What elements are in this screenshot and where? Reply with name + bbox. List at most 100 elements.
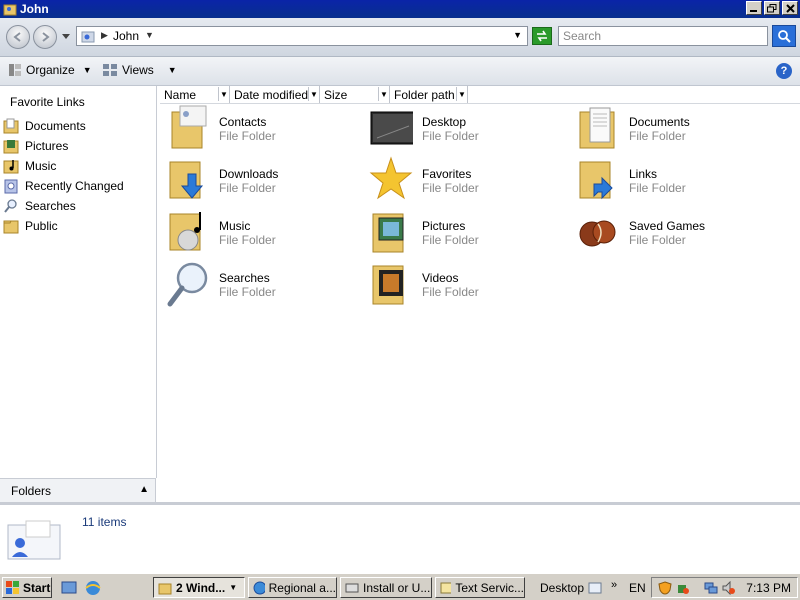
views-button[interactable]: Views ▼: [102, 63, 177, 77]
breadcrumb-chevron-icon[interactable]: ▶: [101, 30, 108, 41]
quick-launch-show-desktop-icon[interactable]: [60, 579, 78, 597]
task-install-or-uninstall[interactable]: Install or U...: [340, 577, 432, 598]
recent-pages-button[interactable]: [60, 31, 72, 43]
chevron-down-icon: ▼: [167, 65, 177, 75]
organize-button[interactable]: Organize ▼: [8, 63, 92, 77]
minimize-button[interactable]: [746, 1, 762, 15]
command-bar: Organize ▼ Views ▼ ?: [0, 57, 800, 86]
tile-searches[interactable]: Searches File Folder: [160, 260, 360, 310]
organize-icon: [9, 64, 21, 76]
tile-saved-games[interactable]: Saved Games File Folder: [570, 208, 770, 258]
chevron-down-icon[interactable]: ▼: [378, 87, 389, 101]
security-shield-icon[interactable]: [658, 581, 672, 595]
folder-icon: [158, 583, 172, 594]
task-regional[interactable]: Regional a...: [248, 577, 337, 598]
globe-icon: [253, 581, 265, 594]
nav-item-label: Documents: [25, 119, 86, 133]
tile-desktop[interactable]: Desktop File Folder: [363, 104, 563, 154]
toolbar-expand-icon[interactable]: »: [611, 579, 617, 591]
nav-item-recently-changed[interactable]: Recently Changed: [0, 176, 156, 196]
window-title: John: [20, 2, 49, 16]
tile-type: File Folder: [219, 285, 276, 299]
column-headers: Name ▼ Date modified ▼ Size ▼ Folder pat…: [160, 86, 800, 104]
tile-type: File Folder: [422, 181, 479, 195]
nav-item-label: Searches: [25, 199, 76, 213]
tile-favorites[interactable]: Favorites File Folder: [363, 156, 563, 206]
pictures-folder-icon: [372, 213, 404, 253]
address-dropdown-icon[interactable]: ▼: [513, 30, 522, 40]
restore-button[interactable]: [764, 1, 780, 15]
breadcrumb-chevron-icon[interactable]: ▼: [145, 30, 154, 40]
tile-contacts[interactable]: Contacts File Folder: [160, 104, 360, 154]
column-header-date-modified[interactable]: Date modified ▼: [230, 86, 320, 103]
tile-type: File Folder: [422, 129, 479, 143]
column-header-label: Size: [324, 87, 348, 102]
navigation-pane: Favorite Links Documents Pictures Music …: [0, 86, 157, 478]
folders-toggle[interactable]: Folders ▲: [0, 478, 156, 502]
close-button[interactable]: [782, 1, 798, 15]
forward-button[interactable]: [33, 25, 57, 49]
network-icon[interactable]: [704, 581, 718, 595]
tile-music[interactable]: Music File Folder: [160, 208, 360, 258]
column-header-name[interactable]: Name ▼: [160, 86, 230, 103]
volume-muted-icon[interactable]: [722, 581, 736, 595]
column-header-size[interactable]: Size ▼: [320, 86, 390, 103]
help-button[interactable]: ?: [776, 63, 792, 79]
tile-name: Documents: [629, 115, 690, 129]
task-text-services[interactable]: Text Servic...: [435, 577, 525, 598]
tile-downloads[interactable]: Downloads File Folder: [160, 156, 360, 206]
tile-name: Desktop: [422, 115, 467, 129]
desktop-toolbar-label[interactable]: Desktop: [540, 581, 584, 595]
favorites-star-icon: [369, 156, 413, 200]
back-arrow-icon: [13, 32, 21, 42]
minimize-icon: [750, 10, 757, 12]
nav-item-music[interactable]: Music: [0, 156, 156, 176]
tile-pictures[interactable]: Pictures File Folder: [363, 208, 563, 258]
language-indicator[interactable]: EN: [629, 581, 646, 595]
documents-folder-icon: [579, 107, 615, 149]
tile-links[interactable]: Links File Folder: [570, 156, 770, 206]
chevron-down-icon[interactable]: ▼: [218, 87, 229, 101]
search-button[interactable]: [772, 25, 796, 47]
chevron-down-icon[interactable]: ▼: [308, 87, 319, 101]
details-pane: 11 items: [0, 502, 800, 572]
tile-name: Searches: [219, 271, 270, 285]
keyboard-icon: [345, 583, 359, 592]
refresh-button[interactable]: [532, 27, 552, 45]
downloads-folder-icon: [169, 161, 204, 199]
chevron-down-icon[interactable]: ▼: [456, 87, 467, 101]
tile-name: Downloads: [219, 167, 279, 181]
folders-label: Folders: [11, 484, 52, 498]
text-services-icon: [440, 582, 452, 593]
tile-videos[interactable]: Videos File Folder: [363, 260, 563, 310]
chevron-down-icon: ▼: [229, 583, 238, 592]
address-bar[interactable]: ▶ John ▼ ▼: [76, 26, 528, 46]
search-input[interactable]: [558, 26, 768, 46]
nav-item-pictures[interactable]: Pictures: [0, 136, 156, 156]
nav-item-documents[interactable]: Documents: [0, 116, 156, 136]
organize-label: Organize: [26, 63, 75, 77]
searches-magnifier-icon: [167, 262, 208, 307]
start-button[interactable]: Start: [2, 577, 52, 598]
column-header-folder-path[interactable]: Folder path ▼: [390, 86, 468, 103]
task-label: Regional a...: [268, 580, 336, 595]
back-button[interactable]: [6, 25, 30, 49]
column-header-label: Name: [164, 87, 197, 102]
column-header-label: Date modified: [234, 87, 309, 102]
breadcrumb-john[interactable]: John: [113, 29, 139, 43]
nav-item-searches[interactable]: Searches: [0, 196, 156, 216]
start-label: Start: [23, 580, 51, 595]
nav-item-public[interactable]: Public: [0, 216, 156, 236]
clock[interactable]: 7:13 PM: [746, 581, 791, 595]
internet-explorer-icon[interactable]: [84, 579, 102, 597]
network-warning-icon[interactable]: [676, 581, 690, 595]
favorite-links-header: Favorite Links: [10, 95, 85, 109]
links-folder-icon: [579, 161, 613, 200]
tile-documents[interactable]: Documents File Folder: [570, 104, 770, 154]
music-folder-icon: [3, 160, 19, 174]
taskbar: Start 2 Wind... ▼ Regional a... Install …: [0, 573, 800, 600]
contacts-folder-icon: [171, 105, 207, 149]
desktop-toolbar-icon[interactable]: [588, 581, 602, 595]
task-windows-explorer[interactable]: 2 Wind... ▼: [153, 577, 245, 598]
column-header-label: Folder path: [394, 87, 455, 102]
